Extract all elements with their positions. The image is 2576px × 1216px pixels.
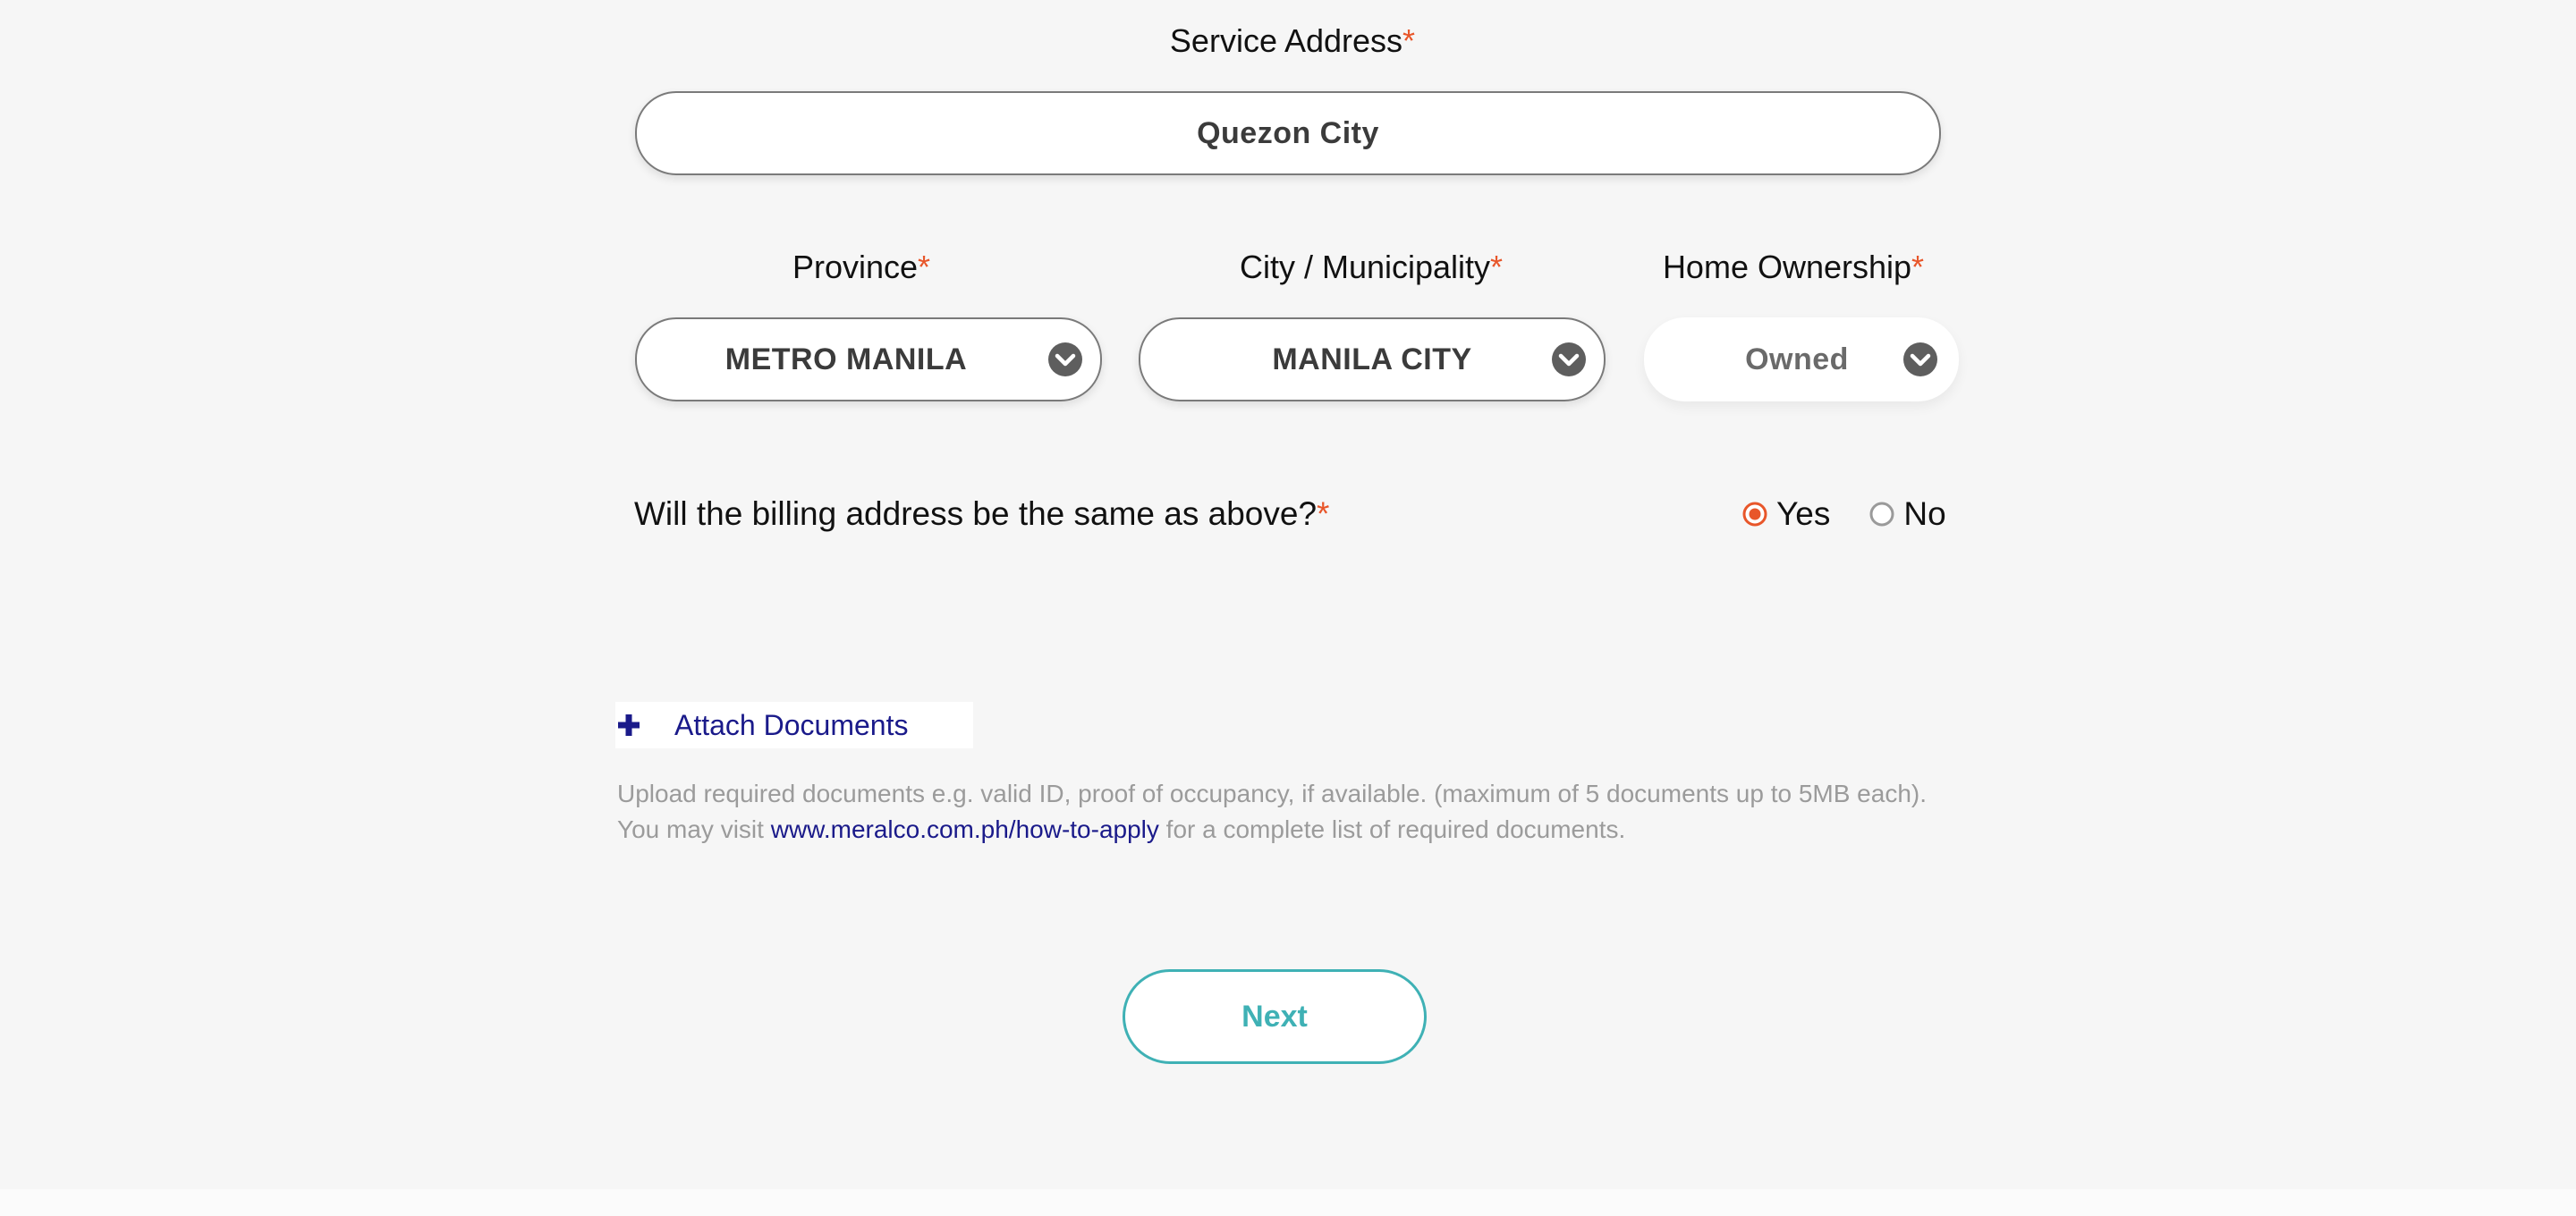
city-value: MANILA CITY (1272, 342, 1472, 376)
required-asterisk: * (1911, 249, 1925, 285)
radio-yes-label: Yes (1776, 495, 1831, 532)
next-button-label: Next (1241, 999, 1308, 1034)
required-asterisk: * (1402, 22, 1416, 59)
attach-documents-label: Attach Documents (674, 708, 909, 741)
radio-selected-icon[interactable] (1742, 502, 1767, 527)
next-button[interactable]: Next (1123, 969, 1427, 1064)
help-suffix: for a complete list of required document… (1158, 815, 1626, 843)
city-label-text: City / Municipality (1239, 249, 1491, 285)
billing-question: Will the billing address be the same as … (634, 492, 1329, 536)
billing-radio-group: Yes No (1742, 493, 1946, 536)
service-address-label: Service Address* (1069, 20, 1516, 63)
radio-unselected-icon[interactable] (1869, 502, 1894, 527)
chevron-down-icon[interactable] (1048, 342, 1082, 376)
how-to-apply-link[interactable]: www.meralco.com.ph/how-to-apply (771, 815, 1159, 843)
province-label-text: Province (792, 249, 919, 285)
chevron-down-icon[interactable] (1903, 342, 1937, 376)
service-address-value: Quezon City (1197, 115, 1379, 150)
service-address-input[interactable]: Quezon City (635, 91, 1941, 175)
province-value: METRO MANILA (724, 342, 968, 376)
home-ownership-value: Owned (1745, 342, 1849, 376)
help-prefix: You may visit (617, 815, 771, 843)
upload-help-line2: You may visit www.meralco.com.ph/how-to-… (617, 812, 1941, 848)
province-label: Province* (682, 246, 1040, 289)
home-ownership-select[interactable]: Owned (1644, 317, 1959, 401)
home-ownership-label-text: Home Ownership (1662, 249, 1912, 285)
city-label: City / Municipality* (1148, 246, 1595, 289)
city-select[interactable]: MANILA CITY (1139, 317, 1606, 401)
required-asterisk: * (918, 249, 931, 285)
radio-yes[interactable]: Yes (1742, 495, 1830, 533)
province-select[interactable]: METRO MANILA (635, 317, 1102, 401)
chevron-down-icon[interactable] (1552, 342, 1586, 376)
upload-help-text: Upload required documents e.g. valid ID,… (617, 776, 1941, 848)
billing-question-text: Will the billing address be the same as … (634, 495, 1318, 532)
upload-help-line1: Upload required documents e.g. valid ID,… (617, 780, 1927, 807)
required-asterisk: * (1490, 249, 1504, 285)
radio-no[interactable]: No (1869, 495, 1946, 533)
required-asterisk: * (1317, 495, 1330, 532)
service-address-label-text: Service Address (1169, 22, 1403, 59)
footer-divider (0, 1189, 2576, 1216)
radio-no-label: No (1903, 495, 1946, 532)
home-ownership-label: Home Ownership* (1619, 246, 1968, 289)
application-form: Service Address* Quezon City Province* M… (0, 0, 2576, 1216)
attach-documents-button[interactable]: Attach Documents (615, 702, 973, 748)
plus-icon (618, 714, 640, 736)
